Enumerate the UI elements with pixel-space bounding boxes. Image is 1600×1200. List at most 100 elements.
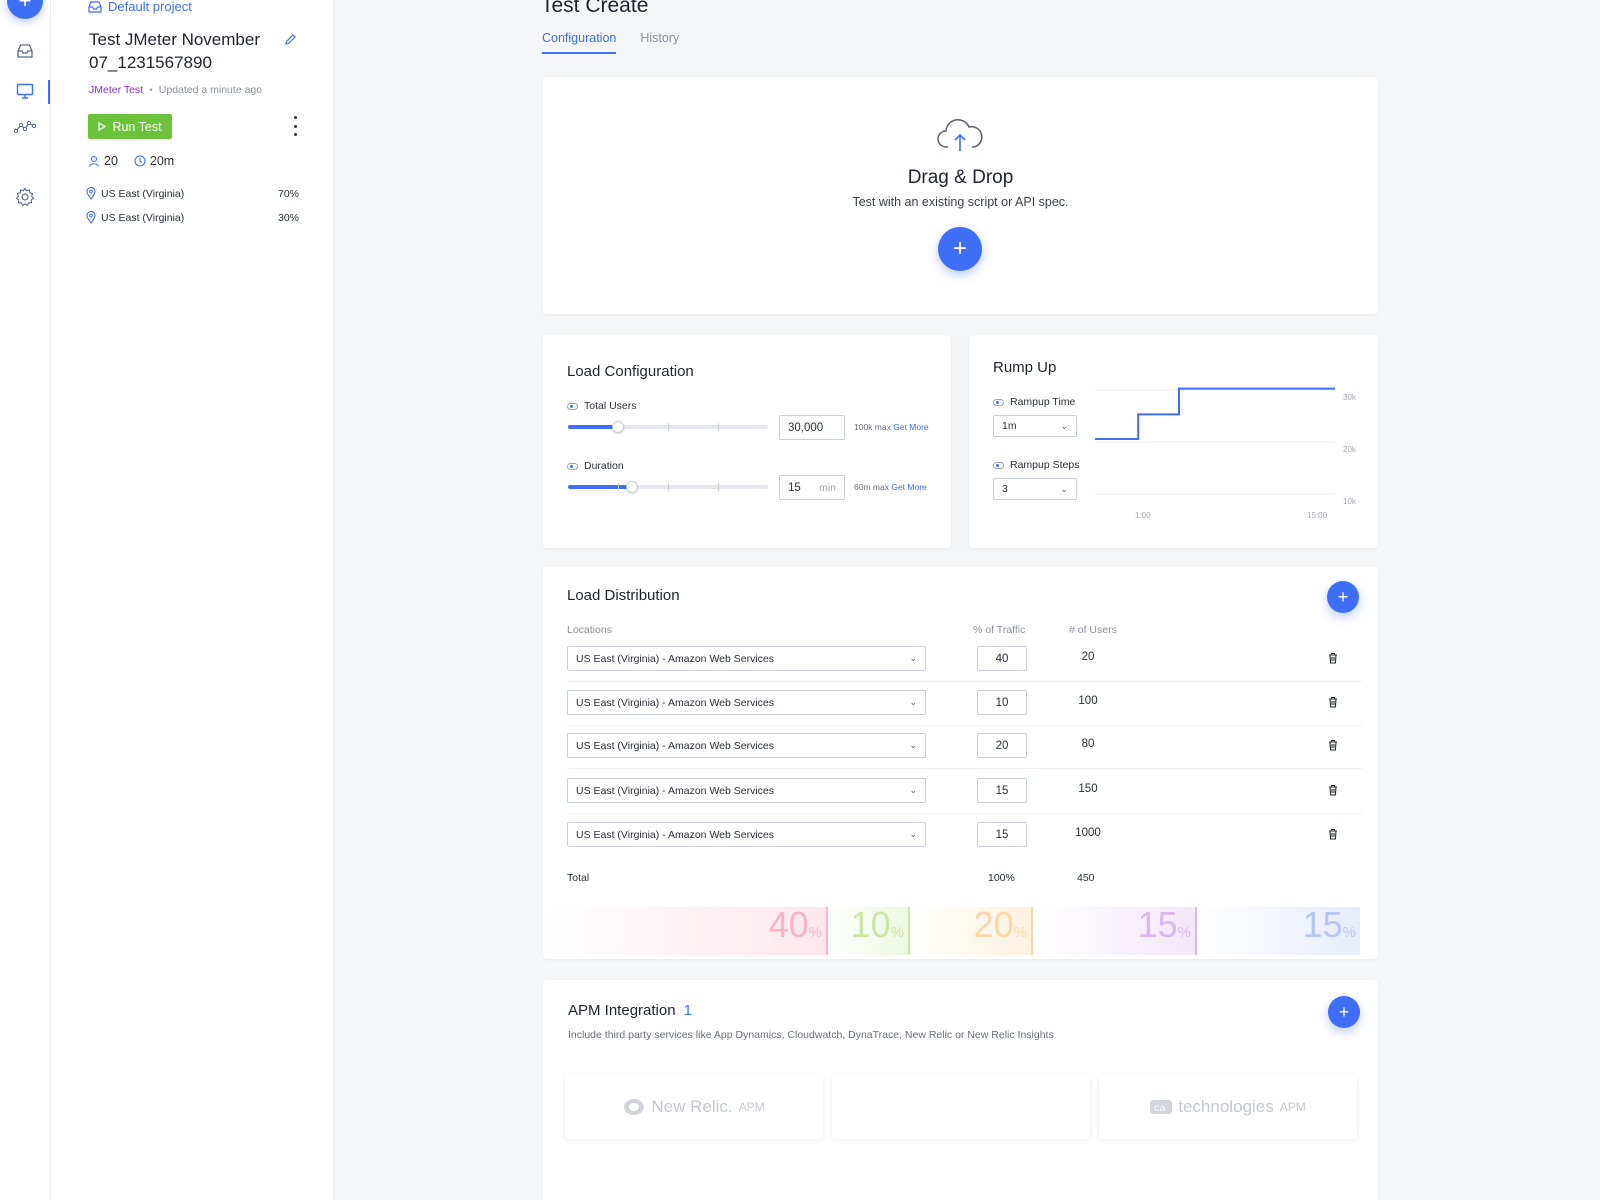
- apm-ca-card[interactable]: ca technologies APM: [1099, 1075, 1357, 1139]
- y-tick-label: 30k: [1343, 393, 1356, 402]
- x-tick-label: 15:00: [1307, 511, 1328, 520]
- drag-drop-card[interactable]: Drag & Drop Test with an existing script…: [543, 77, 1378, 314]
- traffic-distribution-strip: 40% 10% 20% 15% 15%: [543, 907, 1378, 955]
- drag-drop-subtitle: Test with an existing script or API spec…: [852, 195, 1069, 209]
- duration-unit: min: [819, 481, 836, 494]
- create-button[interactable]: +: [7, 0, 43, 19]
- total-traffic: 100%: [988, 872, 1015, 884]
- apm-title: APM Integration: [568, 1002, 676, 1019]
- traffic-segment-label: 20%: [974, 907, 1027, 951]
- load-distribution-title: Load Distribution: [567, 587, 680, 604]
- table-row: US East (Virginia) - Amazon Web Services…: [543, 733, 1378, 777]
- duration-max-text: 60m max: [854, 482, 889, 492]
- segment-value: 15: [1302, 907, 1343, 945]
- duration-slider[interactable]: [568, 481, 768, 493]
- slider-knob[interactable]: [626, 481, 638, 493]
- y-tick-label: 20k: [1343, 445, 1356, 454]
- duration-value: 15: [788, 481, 801, 494]
- traffic-segment-label: 15%: [1138, 907, 1191, 951]
- row-divider: [567, 768, 1362, 769]
- location-value: US East (Virginia) - Amazon Web Services: [576, 739, 775, 752]
- chevron-down-icon: ⌄: [909, 697, 917, 707]
- inbox-icon[interactable]: [14, 40, 36, 62]
- trash-icon[interactable]: [1328, 738, 1338, 756]
- slider-tick: [618, 483, 619, 491]
- location-pin-icon: [86, 187, 96, 200]
- location-select[interactable]: US East (Virginia) - Amazon Web Services…: [567, 646, 926, 671]
- rampup-steps-select[interactable]: 3 ⌄: [993, 478, 1077, 500]
- duration-value: 20m: [149, 154, 175, 168]
- segment-percent-sign: %: [808, 924, 822, 941]
- total-users-value: 30,000: [788, 421, 824, 434]
- slider-knob[interactable]: [612, 421, 624, 433]
- location-name: US East (Virginia): [101, 211, 185, 224]
- total-users-max-note: 100k max Get More: [854, 422, 929, 432]
- test-title: Test JMeter November 07_1231567890: [89, 30, 260, 72]
- tab-bar: Configuration History: [542, 31, 679, 54]
- location-value: US East (Virginia) - Amazon Web Services: [576, 696, 775, 709]
- new-relic-logo-icon: [624, 1099, 645, 1115]
- location-select[interactable]: US East (Virginia) - Amazon Web Services…: [567, 733, 926, 758]
- rampup-steps-toggle[interactable]: [993, 461, 1004, 469]
- upload-add-button[interactable]: +: [938, 227, 982, 271]
- duration-get-more-link[interactable]: Get More: [891, 482, 926, 492]
- svg-text:ca: ca: [1154, 1103, 1166, 1114]
- rampup-time-toggle[interactable]: [993, 398, 1004, 406]
- traffic-segment: 15%: [1197, 907, 1360, 955]
- trash-icon[interactable]: [1328, 695, 1338, 713]
- total-users: 450: [1077, 872, 1095, 884]
- total-users-slider[interactable]: [568, 421, 768, 433]
- traffic-input[interactable]: 10: [977, 690, 1027, 715]
- meta-dot: •: [149, 84, 153, 96]
- location-select[interactable]: US East (Virginia) - Amazon Web Services…: [567, 822, 926, 847]
- segment-percent-sign: %: [1177, 924, 1191, 941]
- traffic-input[interactable]: 15: [977, 778, 1027, 803]
- slider-tick: [668, 483, 669, 491]
- run-test-button[interactable]: Run Test: [88, 114, 172, 139]
- total-users-input[interactable]: 30,000: [779, 415, 845, 440]
- location-item: US East (Virginia) 70%: [86, 187, 299, 200]
- project-link[interactable]: Default project: [88, 0, 192, 14]
- trash-icon[interactable]: [1328, 783, 1338, 801]
- users-get-more-link[interactable]: Get More: [893, 422, 928, 432]
- load-configuration-card: Load Configuration Total Users 30,000 10…: [543, 335, 951, 548]
- rampup-time-value: 1m: [1002, 420, 1017, 432]
- chevron-down-icon: ⌄: [1060, 420, 1068, 431]
- add-location-button[interactable]: +: [1327, 581, 1359, 613]
- segment-percent-sign: %: [890, 924, 904, 941]
- ramp-up-title: Rump Up: [993, 359, 1057, 376]
- traffic-input[interactable]: 20: [977, 733, 1027, 758]
- table-row: US East (Virginia) - Amazon Web Services…: [543, 822, 1378, 866]
- inbox-icon: [88, 0, 102, 13]
- tab-history[interactable]: History: [640, 31, 679, 54]
- trash-icon[interactable]: [1328, 651, 1338, 669]
- analytics-icon[interactable]: [14, 116, 36, 138]
- traffic-segment-label: 10%: [851, 907, 904, 951]
- duration-toggle[interactable]: [567, 462, 578, 470]
- apm-empty-card[interactable]: [832, 1075, 1090, 1139]
- traffic-input[interactable]: 15: [977, 822, 1027, 847]
- apm-count: 1: [683, 1002, 692, 1019]
- traffic-input[interactable]: 40: [977, 646, 1027, 671]
- location-select[interactable]: US East (Virginia) - Amazon Web Services…: [567, 778, 926, 803]
- segment-percent-sign: %: [1013, 924, 1027, 941]
- users-value: 80: [1081, 738, 1095, 750]
- total-label: Total: [567, 872, 590, 884]
- users-count: 20: [104, 154, 118, 168]
- location-select[interactable]: US East (Virginia) - Amazon Web Services…: [567, 690, 926, 715]
- apm-new-relic-card[interactable]: New Relic. APM: [565, 1075, 823, 1139]
- monitor-icon[interactable]: [14, 80, 36, 102]
- trash-icon[interactable]: [1328, 827, 1338, 845]
- edit-icon[interactable]: [284, 33, 297, 51]
- apm-provider-suffix: APM: [1279, 1100, 1306, 1114]
- page-title: Test Create: [541, 0, 649, 17]
- total-users-toggle[interactable]: [567, 402, 578, 410]
- gear-icon[interactable]: [14, 186, 36, 208]
- more-menu-icon[interactable]: [291, 116, 299, 136]
- add-apm-button[interactable]: +: [1328, 996, 1360, 1028]
- duration-input[interactable]: 15 min: [779, 475, 845, 500]
- rampup-time-select[interactable]: 1m ⌄: [993, 415, 1077, 437]
- location-percent: 70%: [277, 187, 299, 200]
- tab-configuration[interactable]: Configuration: [542, 31, 617, 54]
- slider-fill: [568, 425, 618, 429]
